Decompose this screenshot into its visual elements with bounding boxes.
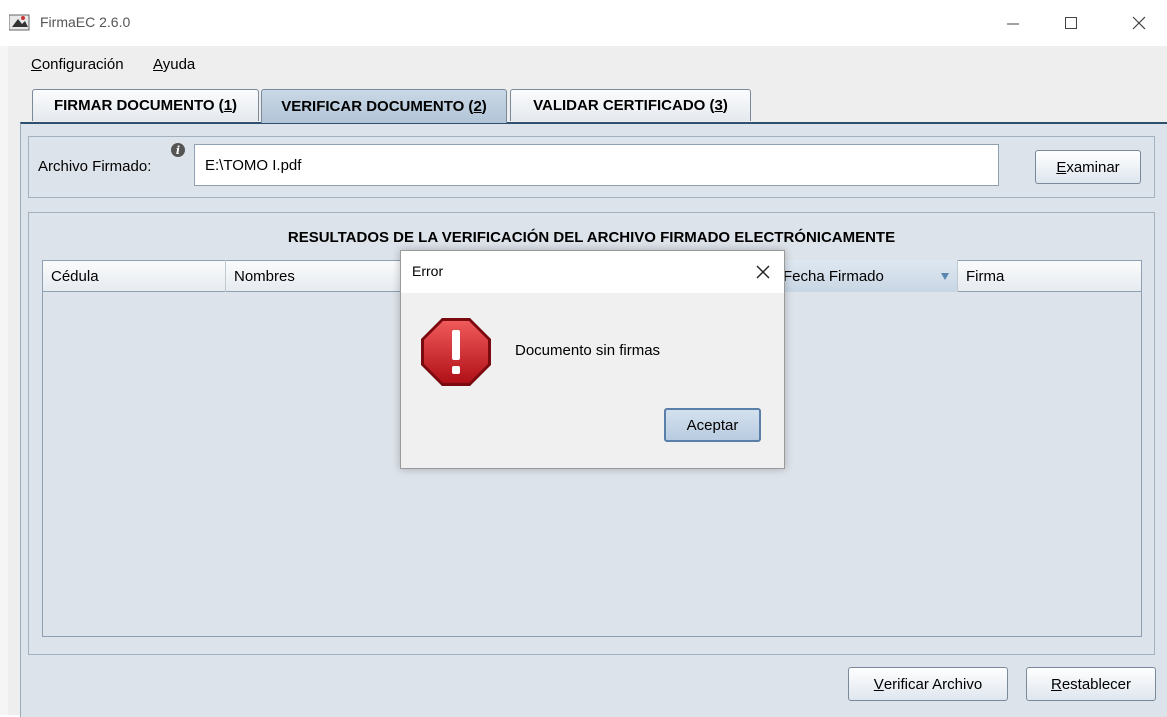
close-icon [756,265,770,279]
verificar-archivo-button[interactable]: Verificar Archivo [848,667,1008,701]
window-title: FirmaEC 2.6.0 [40,14,131,30]
column-nombres[interactable]: Nombres [226,260,406,292]
aceptar-button[interactable]: Aceptar [664,408,761,442]
error-stop-icon [420,317,492,387]
minimize-icon [1007,23,1019,25]
tab-verificar-documento[interactable]: VERIFICAR DOCUMENTO (2) [261,89,507,123]
menu-configuracion[interactable]: Configuración [31,56,124,73]
archivo-firmado-input[interactable] [194,144,999,186]
info-icon[interactable]: i [171,143,185,157]
column-cedula[interactable]: Cédula [43,260,226,292]
results-title: RESULTADOS DE LA VERIFICACIÓN DEL ARCHIV… [287,229,896,246]
maximize-button[interactable] [1048,0,1094,46]
maximize-icon [1065,17,1077,29]
close-icon [1132,16,1146,30]
tab-firmar-documento[interactable]: FIRMAR DOCUMENTO (1) [32,89,259,121]
window-left-edge [0,0,8,715]
minimize-button[interactable] [990,0,1036,46]
app-icon [8,12,31,32]
menu-ayuda[interactable]: Ayuda [153,56,195,73]
sort-descending-icon [941,273,949,280]
column-firma[interactable]: Firma [958,260,1141,292]
dialog-close-button[interactable] [750,259,776,285]
close-button[interactable] [1116,0,1162,46]
archivo-firmado-label: Archivo Firmado: [38,158,152,175]
tab-validar-certificado[interactable]: VALIDAR CERTIFICADO (3) [510,89,751,121]
examinar-button[interactable]: Examinar [1035,150,1141,184]
restablecer-button[interactable]: Restablecer [1026,667,1156,701]
column-fecha-firmado[interactable]: Fecha Firmado [775,260,958,292]
column-fecha-firmado-label: Fecha Firmado [783,267,884,285]
dialog-title: Error [412,263,444,279]
dialog-message: Documento sin firmas [515,342,661,359]
dialog-title-bar [401,251,784,293]
